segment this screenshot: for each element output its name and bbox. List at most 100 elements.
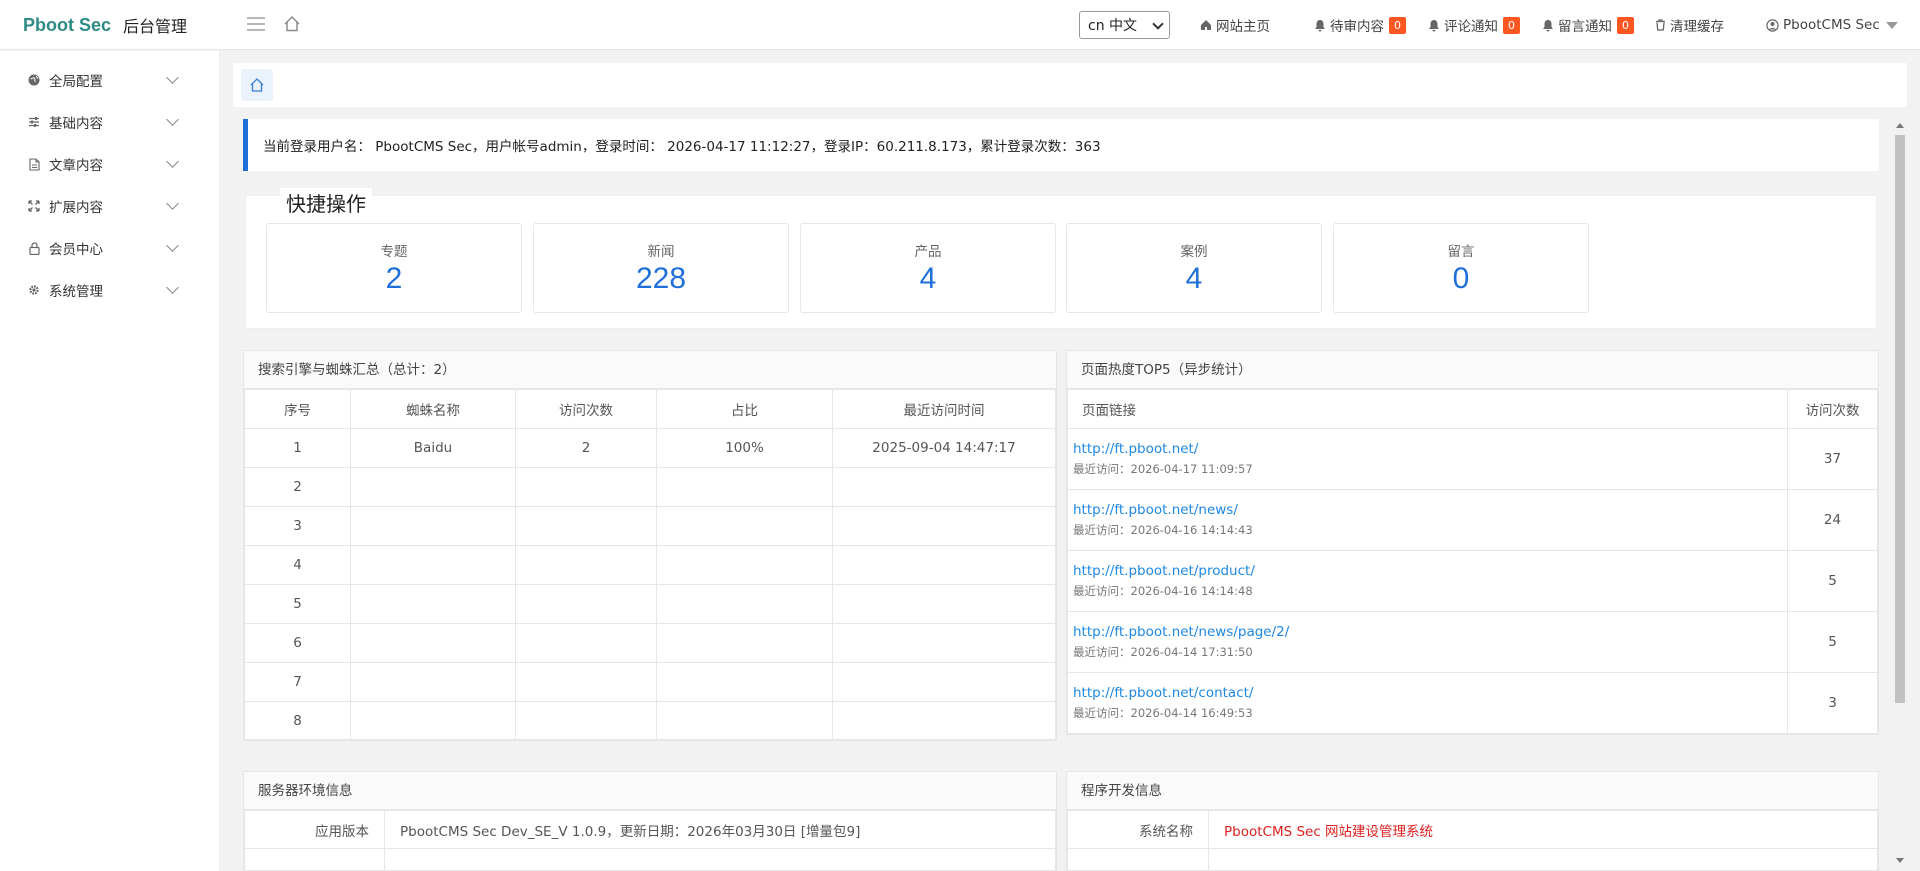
column-header: 访问次数 bbox=[515, 389, 657, 429]
scrollbar-thumb[interactable] bbox=[1895, 135, 1905, 703]
table-cell bbox=[832, 701, 1056, 741]
column-header: 占比 bbox=[656, 389, 833, 429]
scroll-up-arrow-icon[interactable] bbox=[1896, 123, 1904, 128]
quick-card-case[interactable]: 案例 4 bbox=[1066, 223, 1322, 313]
breadcrumb-home[interactable] bbox=[241, 69, 273, 101]
comments-count-badge: 0 bbox=[1503, 16, 1520, 34]
page-url-link[interactable]: http://ft.pboot.net/contact/ bbox=[1073, 685, 1787, 701]
gear-icon bbox=[27, 283, 41, 297]
server-info-table: 应用版本 PbootCMS Sec Dev_SE_V 1.0.9，更新日期：20… bbox=[244, 810, 1056, 871]
quick-card-value: 4 bbox=[919, 262, 937, 295]
visit-count: 37 bbox=[1787, 428, 1878, 490]
sidebar-item-basic-content[interactable]: 基础内容 bbox=[0, 101, 220, 143]
program-info-panel: 程序开发信息 系统名称 PbootCMS Sec 网站建设管理系统 bbox=[1066, 771, 1879, 871]
quick-card-label: 新闻 bbox=[647, 244, 675, 260]
quick-card-value: 0 bbox=[1452, 262, 1470, 295]
messages-label: 留言通知 bbox=[1558, 19, 1612, 35]
table-cell bbox=[656, 662, 833, 702]
table-cell bbox=[515, 623, 657, 663]
table-cell: 1 bbox=[244, 428, 351, 468]
chevron-down-icon bbox=[166, 155, 179, 168]
page-link-cell: http://ft.pboot.net/最近访问：2026-04-17 11:0… bbox=[1067, 428, 1788, 490]
visit-count: 24 bbox=[1787, 489, 1878, 551]
sidebar-item-label: 会员中心 bbox=[49, 242, 103, 258]
lock-icon bbox=[27, 241, 41, 255]
menu-toggle-icon[interactable] bbox=[246, 14, 266, 34]
bell-icon bbox=[1429, 19, 1439, 31]
sidebar: 全局配置 基础内容 文章内容 扩展内容 会员中心 系统管理 bbox=[0, 51, 220, 871]
table-cell: 2 bbox=[244, 467, 351, 507]
quick-card-label: 案例 bbox=[1180, 244, 1208, 260]
spider-table: 序号 蜘蛛名称 访问次数 占比 最近访问时间 1 Baidu 2 100% 2025-0… bbox=[244, 389, 1056, 741]
pending-content-link[interactable]: 待审内容 0 bbox=[1314, 0, 1406, 50]
chevron-down-icon bbox=[166, 239, 179, 252]
clear-cache-link[interactable]: 清理缓存 bbox=[1655, 0, 1724, 50]
comments-label: 评论通知 bbox=[1444, 19, 1498, 35]
sidebar-item-member-center[interactable]: 会员中心 bbox=[0, 227, 220, 269]
table-cell bbox=[515, 506, 657, 546]
table-cell bbox=[656, 545, 833, 585]
page-scrollbar[interactable] bbox=[1893, 119, 1907, 867]
page-link-cell: http://ft.pboot.net/contact/最近访问：2026-04… bbox=[1067, 672, 1788, 734]
page-url-link[interactable]: http://ft.pboot.net/ bbox=[1073, 441, 1787, 457]
info-label: 系统名称 bbox=[1067, 810, 1209, 849]
page-link-cell: http://ft.pboot.net/news/page/2/最近访问：202… bbox=[1067, 611, 1788, 673]
info-label: 应用版本 bbox=[244, 810, 385, 849]
page-url-link[interactable]: http://ft.pboot.net/product/ bbox=[1073, 563, 1787, 579]
quick-actions-title: 快捷操作 bbox=[280, 188, 372, 217]
server-info-title: 服务器环境信息 bbox=[244, 772, 1056, 810]
spider-summary-title: 搜索引擎与蜘蛛汇总（总计：2） bbox=[244, 351, 1056, 389]
user-circle-icon bbox=[1766, 18, 1779, 32]
quick-card-label: 留言 bbox=[1447, 244, 1475, 260]
sliders-icon bbox=[27, 115, 41, 129]
table-cell: 3 bbox=[244, 506, 351, 546]
table-cell: 2 bbox=[515, 428, 657, 468]
trash-icon bbox=[1656, 19, 1665, 31]
table-cell bbox=[656, 623, 833, 663]
sidebar-item-label: 扩展内容 bbox=[49, 200, 103, 216]
column-header: 序号 bbox=[244, 389, 351, 429]
message-notice-link[interactable]: 留言通知 0 bbox=[1542, 0, 1634, 50]
table-row bbox=[1067, 848, 1878, 871]
messages-count-badge: 0 bbox=[1617, 16, 1634, 34]
quick-card-topic[interactable]: 专题 2 bbox=[266, 223, 522, 313]
sidebar-item-label: 基础内容 bbox=[49, 116, 103, 132]
table-row: 系统名称 PbootCMS Sec 网站建设管理系统 bbox=[1067, 810, 1878, 849]
brand-subtitle: 后台管理 bbox=[123, 17, 188, 36]
last-visit-time: 最近访问：2026-04-16 14:14:48 bbox=[1073, 584, 1253, 598]
logo[interactable]: Pboot Sec 后台管理 bbox=[0, 0, 220, 50]
comment-notice-link[interactable]: 评论通知 0 bbox=[1428, 0, 1520, 50]
last-visit-time: 最近访问：2026-04-16 14:14:43 bbox=[1073, 523, 1253, 537]
quick-card-product[interactable]: 产品 4 bbox=[800, 223, 1056, 313]
page-url-link[interactable]: http://ft.pboot.net/news/page/2/ bbox=[1073, 624, 1787, 640]
quick-card-value: 228 bbox=[635, 262, 687, 295]
login-info-notice: 当前登录用户名： PbootCMS Sec，用户帐号admin，登录时间： 20… bbox=[243, 119, 1879, 171]
site-home-link[interactable]: 网站主页 bbox=[1200, 0, 1270, 50]
sidebar-item-article-content[interactable]: 文章内容 bbox=[0, 143, 220, 185]
sidebar-item-global-config[interactable]: 全局配置 bbox=[0, 59, 220, 101]
table-cell bbox=[656, 506, 833, 546]
table-cell bbox=[350, 584, 516, 624]
visit-count: 5 bbox=[1787, 611, 1878, 673]
quick-card-news[interactable]: 新闻 228 bbox=[533, 223, 789, 313]
chevron-down-icon bbox=[1152, 18, 1164, 30]
column-header: 页面链接 bbox=[1067, 389, 1788, 429]
language-select[interactable]: cn 中文 bbox=[1079, 11, 1170, 39]
sidebar-item-extended-content[interactable]: 扩展内容 bbox=[0, 185, 220, 227]
chevron-down-icon bbox=[166, 197, 179, 210]
scroll-down-arrow-icon[interactable] bbox=[1896, 858, 1904, 863]
user-menu[interactable]: PbootCMS Sec bbox=[1766, 0, 1898, 50]
quick-card-message[interactable]: 留言 0 bbox=[1333, 223, 1589, 313]
table-cell bbox=[515, 584, 657, 624]
table-row: 7 bbox=[244, 662, 1056, 702]
table-cell bbox=[832, 623, 1056, 663]
caret-down-icon bbox=[1885, 21, 1898, 29]
info-value: PbootCMS Sec 网站建设管理系统 bbox=[1208, 810, 1878, 849]
table-row: 5 bbox=[244, 584, 1056, 624]
sidebar-item-system-management[interactable]: 系统管理 bbox=[0, 269, 220, 311]
table-cell bbox=[832, 467, 1056, 507]
table-cell bbox=[350, 545, 516, 585]
home-icon[interactable] bbox=[283, 15, 301, 33]
page-url-link[interactable]: http://ft.pboot.net/news/ bbox=[1073, 502, 1787, 518]
visit-count: 3 bbox=[1787, 672, 1878, 734]
